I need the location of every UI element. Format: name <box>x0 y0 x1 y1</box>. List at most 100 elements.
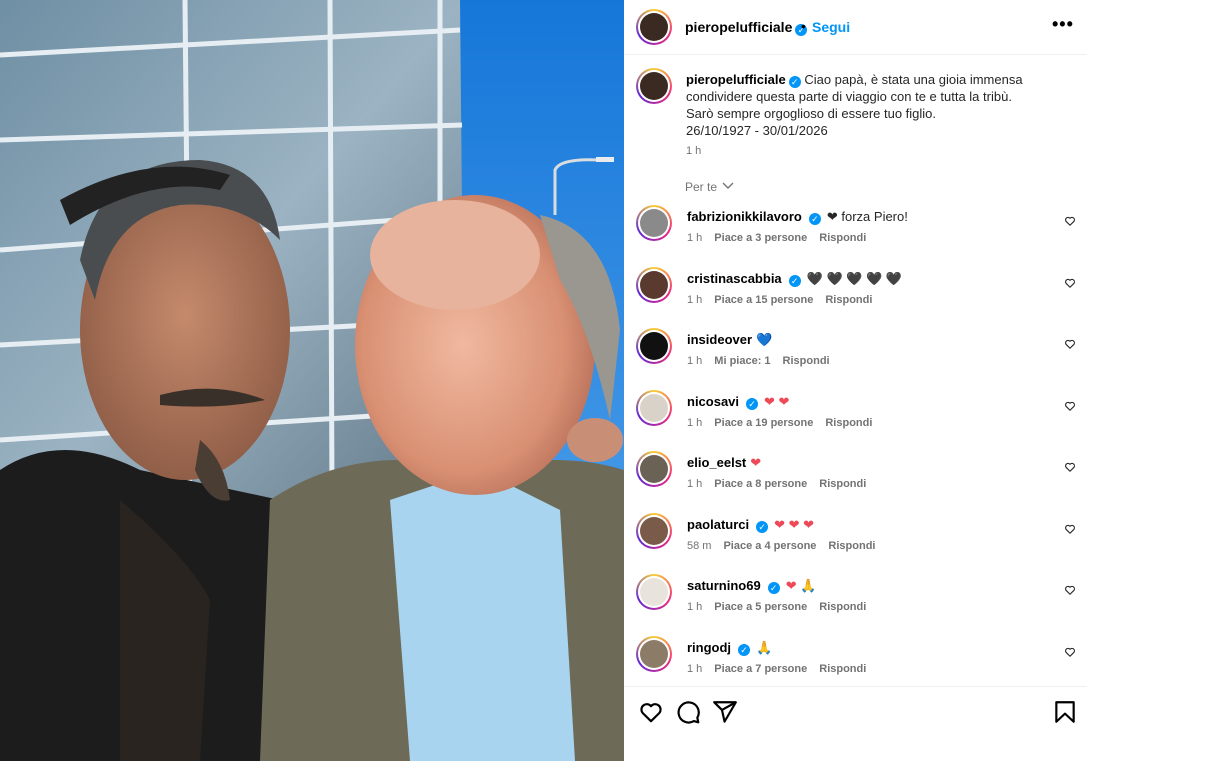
comment-like-heart-icon[interactable] <box>1064 215 1076 227</box>
commenter-username[interactable]: insideover <box>687 332 752 347</box>
post-photo[interactable] <box>0 0 624 761</box>
page-margin <box>1087 0 1218 761</box>
comment-likes-count[interactable]: Piace a 15 persone <box>714 294 813 306</box>
verified-badge-icon: ✓ <box>767 582 780 594</box>
commenter-avatar[interactable] <box>636 636 672 672</box>
post-photo-image <box>0 0 624 761</box>
commenter-username[interactable]: fabrizionikkilavoro <box>687 209 802 224</box>
commenter-username[interactable]: paolaturci <box>687 517 749 532</box>
chevron-down-icon <box>722 182 734 189</box>
commenter-username[interactable]: nicosavi <box>687 394 739 409</box>
comment-text: ❤ forza Piero! <box>826 209 908 224</box>
comment-likes-count[interactable]: Piace a 8 persone <box>714 478 807 490</box>
comment-time: 1 h <box>687 417 703 429</box>
comment-like-heart-icon[interactable] <box>1064 646 1076 658</box>
reply-button[interactable]: Rispondi <box>819 232 866 244</box>
author-avatar[interactable] <box>636 9 672 45</box>
avatar-image <box>640 517 668 545</box>
comment-like-heart-icon[interactable] <box>1064 523 1076 535</box>
comment-time: 58 m <box>687 540 712 552</box>
comment-text: 💙 <box>756 332 773 347</box>
comment-text: 🙏 <box>756 640 773 655</box>
avatar-image <box>640 332 668 360</box>
commenter-username[interactable]: cristinascabbia <box>687 271 782 286</box>
post-actions-bar <box>624 686 1087 761</box>
commenter-avatar[interactable] <box>636 513 672 549</box>
reply-button[interactable]: Rispondi <box>825 294 872 306</box>
comment-meta: 1 h Piace a 7 persone Rispondi <box>687 663 878 675</box>
commenter-username[interactable]: ringodj <box>687 640 731 655</box>
more-options-icon[interactable]: ••• <box>1052 14 1074 35</box>
comment-like-heart-icon[interactable] <box>1064 584 1076 596</box>
caption-line: Ciao papà, è stata una gioia immensa <box>804 72 1023 87</box>
verified-badge-icon: ✓ <box>756 521 769 533</box>
commenter-avatar[interactable] <box>636 451 672 487</box>
comment-likes-count[interactable]: Piace a 7 persone <box>714 663 807 675</box>
verified-badge-icon: ✓ <box>746 398 759 410</box>
post-caption: pieropelufficiale ✓ Ciao papà, è stata un… <box>686 71 1066 139</box>
commenter-avatar[interactable] <box>636 267 672 303</box>
comment-text: ❤ ❤ <box>764 394 790 409</box>
comment-likes-count[interactable]: Piace a 5 persone <box>714 601 807 613</box>
comment-body: ringodj ✓ 🙏 <box>687 640 772 656</box>
comment-body: paolaturci ✓ ❤ ❤ ❤ <box>687 517 814 533</box>
comment-meta: 1 h Piace a 5 persone Rispondi <box>687 601 878 613</box>
reply-button[interactable]: Rispondi <box>825 417 872 429</box>
reply-button[interactable]: Rispondi <box>819 601 866 613</box>
commenter-username[interactable]: saturnino69 <box>687 578 761 593</box>
reply-button[interactable]: Rispondi <box>819 663 866 675</box>
comment-sort-dropdown[interactable]: Per te <box>685 180 734 194</box>
avatar-image <box>640 72 668 100</box>
author-username[interactable]: pieropelufficiale ✓ <box>685 19 808 36</box>
comment-meta: 1 h Piace a 8 persone Rispondi <box>687 478 878 490</box>
comment-time: 1 h <box>687 355 703 367</box>
reply-button[interactable]: Rispondi <box>828 540 875 552</box>
comment-row: nicosavi ✓ ❤ ❤ 1 h Piace a 19 persone Rispond… <box>624 390 1087 448</box>
verified-badge-icon: ✓ <box>808 213 821 225</box>
comment-likes-count[interactable]: Piace a 3 persone <box>714 232 807 244</box>
follow-button[interactable]: Segui <box>812 19 850 35</box>
comment-row: elio_eelst ❤ 1 h Piace a 8 persone Rispondi <box>624 451 1087 509</box>
author-username-text: pieropelufficiale <box>685 19 793 35</box>
comment-body: fabrizionikkilavoro ✓ ❤ forza Piero! <box>687 209 908 225</box>
comment-body: cristinascabbia ✓ 🖤 🖤 🖤 🖤 🖤 <box>687 271 902 287</box>
comment-likes-count[interactable]: Piace a 4 persone <box>723 540 816 552</box>
share-icon[interactable] <box>712 699 738 725</box>
caption-line: 26/10/1927 - 30/01/2026 <box>686 123 828 138</box>
commenter-avatar[interactable] <box>636 390 672 426</box>
comment-text: ❤ <box>750 455 762 470</box>
comment-row: paolaturci ✓ ❤ ❤ ❤ 58 m Piace a 4 persone Ris… <box>624 513 1087 571</box>
comment-likes-count[interactable]: Mi piace: 1 <box>714 355 770 367</box>
avatar-image <box>640 271 668 299</box>
commenter-avatar[interactable] <box>636 205 672 241</box>
reply-button[interactable]: Rispondi <box>783 355 830 367</box>
comment-like-heart-icon[interactable] <box>1064 277 1076 289</box>
comment-text: ❤ ❤ ❤ <box>774 517 815 532</box>
comment-time: 1 h <box>687 478 703 490</box>
instagram-post-view: pieropelufficiale ✓ • Segui ••• pieropelu… <box>0 0 1218 761</box>
commenter-avatar[interactable] <box>636 328 672 364</box>
comment-icon[interactable] <box>675 699 701 725</box>
verified-badge-icon: ✓ <box>788 76 801 88</box>
comment-like-heart-icon[interactable] <box>1064 338 1076 350</box>
comment-time: 1 h <box>687 232 703 244</box>
bookmark-icon[interactable] <box>1052 699 1078 725</box>
commenter-avatar[interactable] <box>636 574 672 610</box>
comment-like-heart-icon[interactable] <box>1064 461 1076 473</box>
comment-body: nicosavi ✓ ❤ ❤ <box>687 394 789 410</box>
commenter-username[interactable]: elio_eelst <box>687 455 746 470</box>
comment-like-heart-icon[interactable] <box>1064 400 1076 412</box>
caption-username[interactable]: pieropelufficiale <box>686 72 786 87</box>
heart-icon[interactable] <box>638 699 664 725</box>
caption-author-avatar[interactable] <box>636 68 672 104</box>
comment-likes-count[interactable]: Piace a 19 persone <box>714 417 813 429</box>
comment-body: insideover 💙 <box>687 332 772 348</box>
comment-text: 🖤 🖤 🖤 🖤 🖤 <box>806 271 903 286</box>
comment-meta: 58 m Piace a 4 persone Rispondi <box>687 540 887 552</box>
comment-time: 1 h <box>687 601 703 613</box>
comment-meta: 1 h Piace a 19 persone Rispondi <box>687 417 884 429</box>
reply-button[interactable]: Rispondi <box>819 478 866 490</box>
caption-line: condividere questa parte di viaggio con … <box>686 89 1012 104</box>
avatar-image <box>640 394 668 422</box>
sort-label: Per te <box>685 180 718 194</box>
